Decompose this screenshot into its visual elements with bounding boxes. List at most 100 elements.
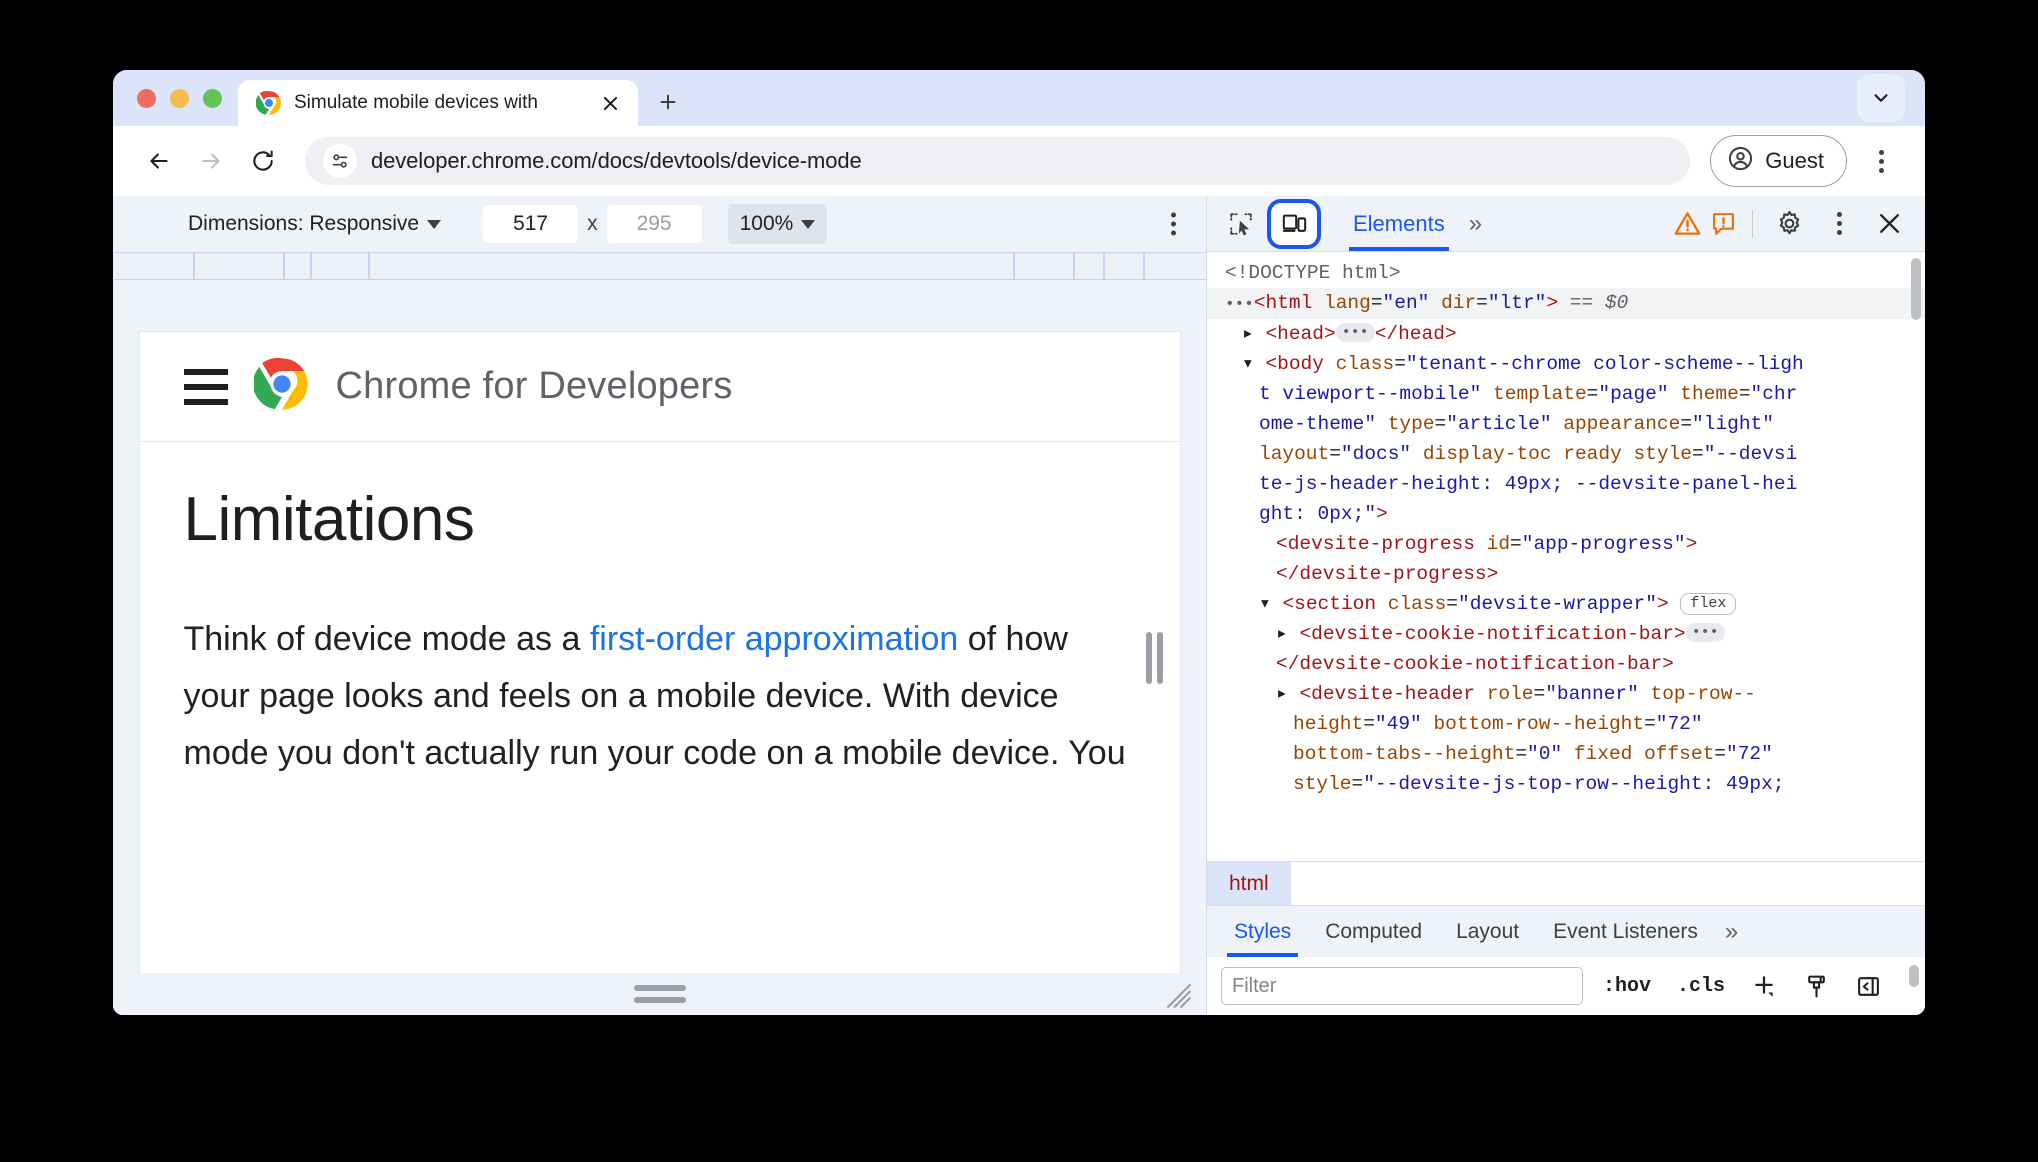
chevron-down-icon[interactable]: [1857, 74, 1905, 122]
forward-arrow-icon[interactable]: [187, 137, 235, 185]
viewport-resize-handle-bottom[interactable]: [633, 985, 686, 1003]
zoom-label: 100%: [739, 212, 794, 235]
page-paragraph: Think of device mode as a first-order ap…: [184, 611, 1136, 782]
dom-tree-line[interactable]: bottom-tabs--height="0" fixed offset="72…: [1207, 739, 1925, 769]
viewport-bottom-bar: [113, 973, 1206, 1015]
ruler-tick: [1073, 253, 1075, 279]
device-toolbar-icon[interactable]: [1267, 198, 1321, 249]
styles-pane-toolbar: :hov .cls: [1207, 957, 1925, 1015]
width-input[interactable]: [483, 205, 579, 243]
tab-styles[interactable]: Styles: [1217, 906, 1308, 957]
browser-window: Simulate mobile devices with developer.c…: [113, 70, 1925, 1015]
first-order-approximation-link[interactable]: first-order approximation: [590, 620, 958, 658]
three-dots-vertical-icon[interactable]: [1817, 202, 1861, 246]
account-circle-icon: [1727, 145, 1754, 177]
sidebar-toggle-icon[interactable]: [1849, 969, 1887, 1003]
issue-exclamation-icon[interactable]: [1708, 209, 1738, 239]
warning-triangle-icon[interactable]: [1672, 209, 1702, 239]
dom-tree-scrollbar[interactable]: [1911, 258, 1921, 320]
dom-tree-line[interactable]: ▾ <section class="devsite-wrapper"> flex: [1207, 589, 1925, 619]
page-body: Limitations Think of device mode as a fi…: [140, 442, 1180, 782]
dimension-separator: x: [587, 212, 598, 235]
back-arrow-icon[interactable]: [135, 137, 183, 185]
chrome-logo-icon: [252, 356, 310, 417]
zoom-dropdown[interactable]: 100%: [727, 204, 828, 244]
tab-title: Simulate mobile devices with: [294, 92, 538, 113]
gear-icon[interactable]: [1767, 202, 1811, 246]
styles-pane-scrollbar[interactable]: [1909, 965, 1919, 987]
breadcrumb-item-html[interactable]: html: [1207, 862, 1291, 905]
styles-pane-tabs: Styles Computed Layout Event Listeners »: [1207, 905, 1925, 957]
window-controls: [113, 89, 238, 126]
dom-tree-lines: <!DOCTYPE html> •••<html lang="en" dir="l…: [1207, 258, 1925, 799]
toolbar-divider: [1752, 209, 1753, 238]
tab-event-listeners[interactable]: Event Listeners: [1536, 906, 1715, 957]
site-brand-title: Chrome for Developers: [335, 365, 733, 407]
dom-tree-line[interactable]: layout="docs" display-toc ready style="-…: [1207, 439, 1925, 469]
paintbrush-icon[interactable]: [1797, 969, 1835, 1003]
styles-filter-input[interactable]: [1221, 967, 1583, 1005]
dom-tree-line[interactable]: style="--devsite-js-top-row--height: 49p…: [1207, 769, 1925, 799]
inspect-element-icon[interactable]: [1219, 202, 1263, 246]
dom-tree-line[interactable]: ▾ <body class="tenant--chrome color-sche…: [1207, 349, 1925, 379]
dom-tree-line[interactable]: t viewport--mobile" template="page" them…: [1207, 379, 1925, 409]
ruler-tick: [193, 253, 195, 279]
close-icon[interactable]: [1867, 202, 1911, 246]
device-toolbar-more-button[interactable]: [1171, 212, 1176, 236]
dom-tree-line[interactable]: ▸ <head> ••• </head>: [1207, 319, 1925, 349]
dom-tree-line[interactable]: </devsite-cookie-notification-bar>: [1207, 649, 1925, 679]
reload-icon[interactable]: [239, 137, 287, 185]
close-window-button[interactable]: [137, 89, 156, 108]
chrome-logo-icon: [255, 90, 282, 116]
height-input[interactable]: [606, 205, 702, 243]
dimensions-dropdown[interactable]: Dimensions: Responsive: [188, 212, 442, 236]
cls-button[interactable]: .cls: [1671, 975, 1731, 998]
viewport-ruler[interactable]: [113, 252, 1206, 280]
profile-button[interactable]: Guest: [1710, 135, 1847, 187]
chevron-double-right-icon[interactable]: »: [1715, 918, 1745, 946]
device-toolbar: Dimensions: Responsive x 100%: [113, 196, 1206, 252]
hov-button[interactable]: :hov: [1597, 975, 1657, 998]
dom-tree-line[interactable]: <!DOCTYPE html>: [1207, 258, 1925, 288]
viewport-resize-corner-handle[interactable]: [1166, 983, 1192, 1009]
ruler-tick: [310, 253, 312, 279]
dom-tree-line[interactable]: te-js-header-height: 49px; --devsite-pan…: [1207, 469, 1925, 499]
dom-tree-line[interactable]: ▸ <devsite-cookie-notification-bar> •••: [1207, 619, 1925, 649]
tab-elements[interactable]: Elements: [1339, 196, 1459, 251]
ruler-tick: [1143, 253, 1145, 279]
dom-tree-line[interactable]: ome-theme" type="article" appearance="li…: [1207, 409, 1925, 439]
ruler-tick: [1013, 253, 1015, 279]
dom-tree-line[interactable]: ght: 0px;">: [1207, 499, 1925, 529]
new-tab-button[interactable]: [648, 82, 688, 122]
tab-layout[interactable]: Layout: [1439, 906, 1536, 957]
page-title: Limitations: [183, 485, 475, 554]
address-bar[interactable]: developer.chrome.com/docs/devtools/devic…: [305, 137, 1691, 185]
devtools-panel: Elements » <!DOCTYPE html> •••<html lang…: [1207, 196, 1925, 1015]
viewport-wrapper: Chrome for Developers Limitations Think …: [113, 280, 1206, 973]
dom-tree-line[interactable]: <devsite-progress id="app-progress">: [1207, 529, 1925, 559]
dom-tree[interactable]: <!DOCTYPE html> •••<html lang="en" dir="l…: [1207, 252, 1925, 861]
tune-settings-icon[interactable]: [323, 144, 357, 178]
viewport-resize-handle-right[interactable]: [1145, 632, 1164, 684]
maximize-window-button[interactable]: [203, 89, 222, 108]
plus-icon[interactable]: [1745, 969, 1783, 1003]
page-site-header: Chrome for Developers: [139, 332, 1180, 442]
hamburger-menu-icon[interactable]: [183, 368, 228, 405]
chevron-double-right-icon[interactable]: »: [1459, 210, 1489, 238]
device-viewport[interactable]: Chrome for Developers Limitations Think …: [139, 332, 1180, 973]
three-dots-vertical-icon[interactable]: [1859, 139, 1903, 183]
device-mode-area: Dimensions: Responsive x 100%: [113, 196, 1207, 1015]
dom-tree-line[interactable]: •••<html lang="en" dir="ltr"> == $0: [1207, 288, 1925, 319]
dom-tree-line[interactable]: height="49" bottom-row--height="72": [1207, 709, 1925, 739]
dom-tree-line[interactable]: ▸ <devsite-header role="banner" top-row-…: [1207, 679, 1925, 709]
ruler-tick: [368, 253, 370, 279]
tab-computed[interactable]: Computed: [1308, 906, 1439, 957]
breadcrumb: html: [1207, 861, 1925, 905]
tab-strip-empty-area: [688, 70, 1857, 126]
devtools-tabbar: Elements »: [1207, 196, 1925, 252]
close-icon[interactable]: [596, 89, 624, 117]
dom-tree-line[interactable]: </devsite-progress>: [1207, 559, 1925, 589]
browser-tab[interactable]: Simulate mobile devices with: [238, 80, 638, 126]
minimize-window-button[interactable]: [170, 89, 189, 108]
profile-label: Guest: [1765, 148, 1824, 173]
